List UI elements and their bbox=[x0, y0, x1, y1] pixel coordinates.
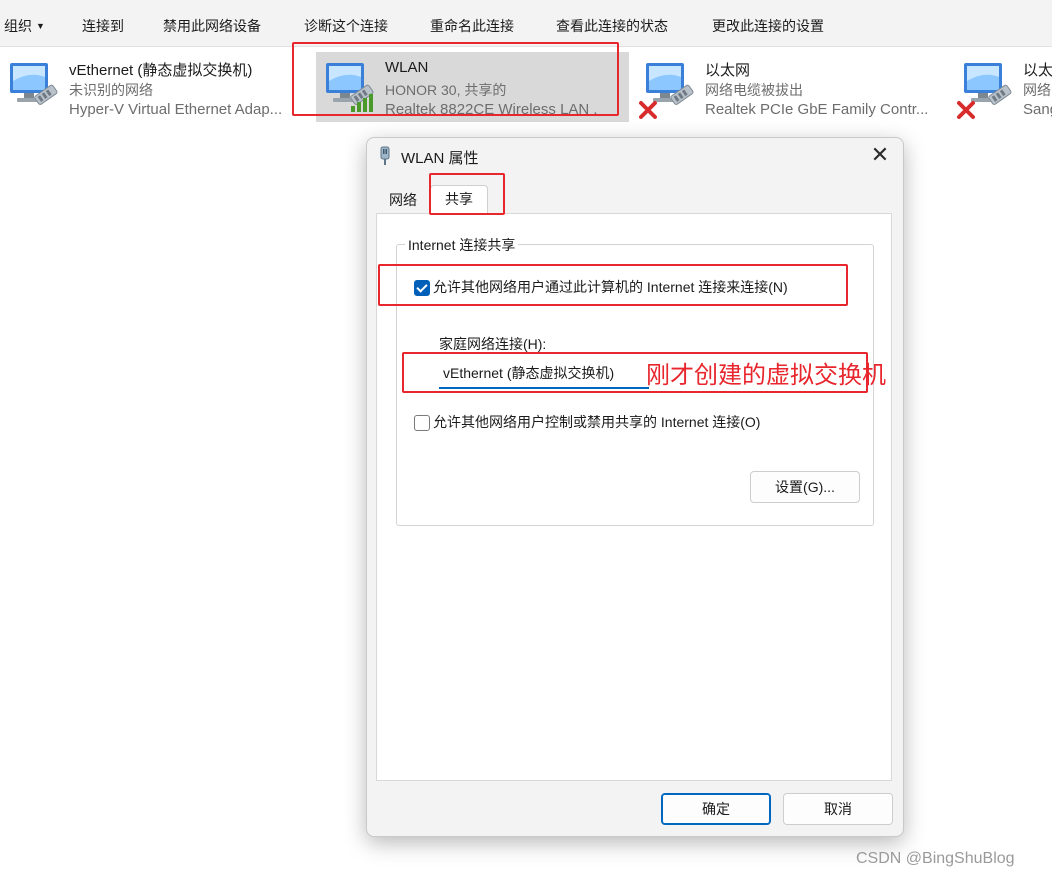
caret-down-icon: ▼ bbox=[36, 21, 45, 31]
adapter-status: 网络 bbox=[1023, 82, 1051, 98]
adapter-device: Hyper-V Virtual Ethernet Adap... bbox=[69, 101, 283, 118]
network-plug-icon bbox=[380, 146, 390, 165]
adapter-status: HONOR 30, 共享的 bbox=[385, 82, 507, 98]
home-network-value: vEthernet (静态虚拟交换机) bbox=[443, 365, 615, 381]
command-bar: 组织 ▼ 连接到 禁用此网络设备 诊断这个连接 重命名此连接 查看此连接的状态 更… bbox=[0, 0, 1052, 47]
red-x-icon bbox=[639, 101, 657, 119]
network-adapter-icon bbox=[9, 62, 59, 106]
adapter-name: vEthernet (静态虚拟交换机) bbox=[69, 62, 253, 79]
adapter-device: Realtek PCIe GbE Family Contr... bbox=[705, 101, 929, 118]
adapter-device: Realtek 8822CE Wireless LAN ... bbox=[385, 101, 599, 115]
organize-menu[interactable]: 组织 ▼ bbox=[4, 16, 45, 36]
allow-connect-label[interactable]: 允许其他网络用户通过此计算机的 Internet 连接来连接(N) bbox=[433, 277, 788, 297]
connect-to-button[interactable]: 连接到 bbox=[82, 16, 124, 36]
adapter-status: 网络电缆被拔出 bbox=[705, 82, 803, 98]
sharing-tab-panel: Internet 连接共享 允许其他网络用户通过此计算机的 Internet 连… bbox=[376, 213, 892, 781]
cancel-button[interactable]: 取消 bbox=[783, 793, 893, 825]
wifi-signal-icon bbox=[351, 94, 373, 112]
adapter-tile-vethernet[interactable]: vEthernet (静态虚拟交换机) 未识别的网络 Hyper-V Virtu… bbox=[0, 52, 292, 122]
adapter-name: 以太 bbox=[1023, 62, 1052, 79]
ok-button[interactable]: 确定 bbox=[661, 793, 771, 825]
wlan-properties-dialog: WLAN 属性 ✕ 网络 共享 Internet 连接共享 允许其他网络用户通过… bbox=[366, 137, 904, 837]
tab-sharing[interactable]: 共享 bbox=[430, 185, 488, 214]
close-icon[interactable]: ✕ bbox=[857, 138, 903, 174]
adapter-tile-ethernet-2[interactable]: 以太 网络 Sang bbox=[954, 52, 1052, 122]
adapter-tile-ethernet[interactable]: 以太网 网络电缆被拔出 Realtek PCIe GbE Family Cont… bbox=[636, 52, 936, 122]
allow-connect-checkbox[interactable] bbox=[414, 280, 430, 296]
organize-label: 组织 bbox=[4, 18, 32, 34]
allow-control-checkbox[interactable] bbox=[414, 415, 430, 431]
dialog-title: WLAN 属性 bbox=[401, 150, 479, 167]
adapter-name: WLAN bbox=[385, 59, 429, 76]
home-network-label: 家庭网络连接(H): bbox=[439, 336, 547, 352]
tab-network[interactable]: 网络 bbox=[377, 188, 429, 212]
change-settings-button[interactable]: 更改此连接的设置 bbox=[712, 16, 824, 36]
adapter-status: 未识别的网络 bbox=[69, 82, 153, 98]
view-status-button[interactable]: 查看此连接的状态 bbox=[556, 16, 668, 36]
disable-device-button[interactable]: 禁用此网络设备 bbox=[163, 16, 261, 36]
diagnose-button[interactable]: 诊断这个连接 bbox=[304, 16, 388, 36]
ics-group-title: Internet 连接共享 bbox=[405, 235, 519, 255]
adapter-name: 以太网 bbox=[705, 62, 751, 79]
adapter-tile-wlan[interactable]: WLAN HONOR 30, 共享的 Realtek 8822CE Wirele… bbox=[316, 52, 629, 122]
red-x-icon bbox=[957, 101, 975, 119]
allow-control-label[interactable]: 允许其他网络用户控制或禁用共享的 Internet 连接(O) bbox=[433, 412, 760, 432]
rename-button[interactable]: 重命名此连接 bbox=[430, 16, 514, 36]
watermark: CSDN @BingShuBlog bbox=[856, 850, 1015, 867]
adapter-device: Sang bbox=[1023, 101, 1052, 118]
settings-button[interactable]: 设置(G)... bbox=[750, 471, 860, 503]
home-network-select[interactable]: vEthernet (静态虚拟交换机) bbox=[439, 357, 649, 389]
annotation-text: 刚才创建的虚拟交换机 bbox=[646, 362, 886, 389]
